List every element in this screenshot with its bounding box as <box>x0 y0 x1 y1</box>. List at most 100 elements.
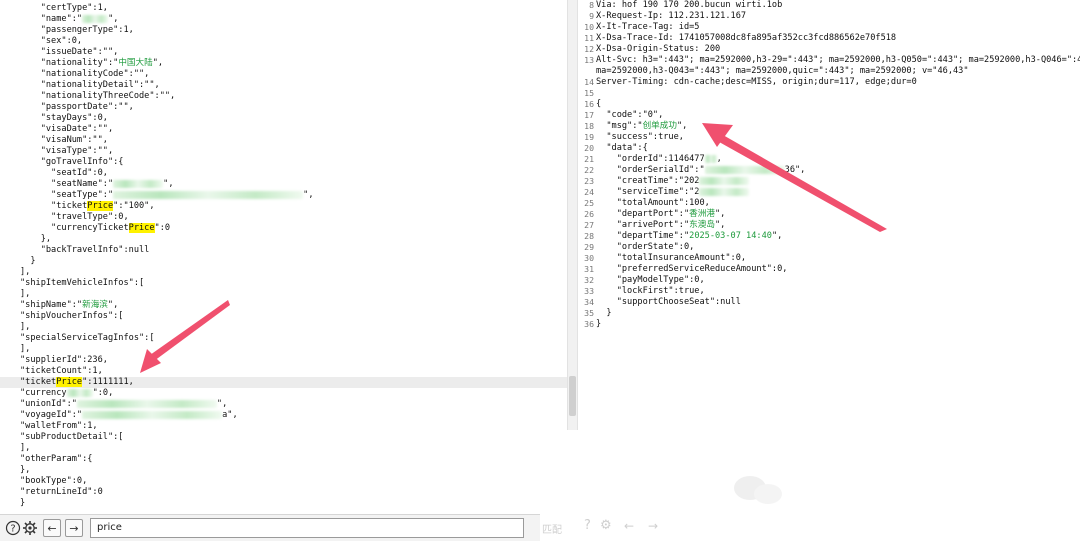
request-code-line: "certType":1, <box>0 3 567 14</box>
code-text: "otherParam":{ <box>20 454 93 464</box>
line-number: 26 <box>584 209 594 219</box>
code-text: "ticketPrice":1111111, <box>20 377 134 387</box>
line-number: 10 <box>584 22 594 32</box>
gear-icon[interactable] <box>21 519 39 537</box>
line-number: 28 <box>584 231 594 241</box>
code-text: "serviceTime":"2 <box>596 187 750 198</box>
help-icon[interactable]: ? <box>4 519 22 537</box>
code-text: Server-Timing: cdn-cache;desc=MISS, orig… <box>596 77 917 87</box>
response-code-line: 11 X-Dsa-Trace-Id: 1741057008dc8fa895af35… <box>578 33 1080 44</box>
line-number: 22 <box>584 165 594 175</box>
response-code-line: 13 Alt-Svc: h3=":443"; ma=2592000,h3-29="… <box>578 55 1080 66</box>
code-text: "certType":1, <box>20 3 108 13</box>
code-text: "unionId":" ", <box>20 399 228 409</box>
left-scrollbar-thumb[interactable] <box>569 376 576 416</box>
code-text: X-Dsa-Trace-Id: 1741057008dc8fa895af352c… <box>596 33 897 43</box>
code-text: ], <box>20 344 31 354</box>
line-number: 31 <box>584 264 594 274</box>
search-input[interactable]: price <box>90 518 524 538</box>
request-code-line: "shipItemVehicleInfos":[ <box>0 278 567 289</box>
response-code-line: 16{ <box>578 99 1080 110</box>
request-body-editor[interactable]: "certType":1, "name":" ", "passengerType"… <box>0 0 567 518</box>
code-text: "passengerType":1, <box>20 25 134 35</box>
request-code-line: "seatName":" ", <box>0 179 567 190</box>
request-code-line: "stayDays":0, <box>0 113 567 124</box>
request-code-line: }, <box>0 465 567 476</box>
code-text: ], <box>20 443 31 453</box>
code-text: "nationality":"中国大陆", <box>20 58 164 68</box>
request-code-line: "issueDate":"", <box>0 47 567 58</box>
code-text: "nationalityThreeCode":"", <box>20 91 176 101</box>
code-text: "totalAmount":100, <box>596 198 710 208</box>
code-text: }, <box>20 234 52 244</box>
code-text: "issueDate":"", <box>20 47 119 57</box>
line-number: 34 <box>584 297 594 307</box>
response-code-line: 31 "preferredServiceReduceAmount":0, <box>578 264 1080 275</box>
line-number: 36 <box>584 319 594 329</box>
code-text: "passportDate":"", <box>20 102 134 112</box>
request-code-line: "nationality":"中国大陆", <box>0 58 567 69</box>
match-label: 匹配 <box>542 525 562 536</box>
code-text: "preferredServiceReduceAmount":0, <box>596 264 788 274</box>
code-text: "supplierId":236, <box>20 355 108 365</box>
code-text: Alt-Svc: h3=":443"; ma=2592000,h3-29=":4… <box>596 55 1080 65</box>
wechat-watermark-icon <box>734 476 782 504</box>
code-text: "seatId":0, <box>20 168 108 178</box>
response-code-line: ma=2592000,h3-Q043=":443"; ma=2592000,qu… <box>578 66 1080 77</box>
line-number: 18 <box>584 121 594 131</box>
code-text: "seatName":" ", <box>20 179 174 189</box>
request-code-line: "passengerType":1, <box>0 25 567 36</box>
response-code-line: 35 } <box>578 308 1080 319</box>
response-code-line: 25 "totalAmount":100, <box>578 198 1080 209</box>
response-editor[interactable]: 8 Via: hof 190 170 200.bucun wirti.1ob 9 X-… <box>578 0 1080 428</box>
code-text: "shipItemVehicleInfos":[ <box>20 278 145 288</box>
code-text: } <box>596 308 612 318</box>
request-code-line: ], <box>0 289 567 300</box>
svg-text:?: ? <box>10 524 15 535</box>
code-text: "nationalityDetail":"", <box>20 80 160 90</box>
code-text: "arrivePort":"东澳岛", <box>596 220 726 230</box>
request-code-line: ], <box>0 267 567 278</box>
response-code-line: 28 "departTime":"2025-03-07 14:40", <box>578 231 1080 242</box>
request-code-line: "seatType":" ", <box>0 190 567 201</box>
request-code-line: "currency ":0, <box>0 388 567 399</box>
request-code-line: ], <box>0 322 567 333</box>
request-code-line: "shipVoucherInfos":[ <box>0 311 567 322</box>
code-text: "msg":"创单成功", <box>596 121 688 131</box>
line-number: 35 <box>584 308 594 318</box>
line-number: 24 <box>584 187 594 197</box>
request-code-line: "visaNum":"", <box>0 135 567 146</box>
request-code-line: }, <box>0 234 567 245</box>
request-code-line: "sex":0, <box>0 36 567 47</box>
request-code-line: "nationalityThreeCode":"", <box>0 91 567 102</box>
code-text: "travelType":0, <box>20 212 129 222</box>
response-code-line: 18 "msg":"创单成功", <box>578 121 1080 132</box>
line-number: 30 <box>584 253 594 263</box>
code-text: "visaDate":"", <box>20 124 114 134</box>
code-text: "orderId":1146477, <box>596 154 722 164</box>
response-code-line: 17 "code":"0", <box>578 110 1080 121</box>
code-text: X-It-Trace-Tag: id=5 <box>596 22 700 32</box>
ghost-find-bar: 匹配 ? ⚙ ← → <box>540 514 1080 541</box>
response-code-line: 12 X-Dsa-Origin-Status: 200 <box>578 44 1080 55</box>
line-number: 11 <box>584 33 594 43</box>
response-code-line: 19 "success":true, <box>578 132 1080 143</box>
pane-splitter[interactable] <box>567 0 578 430</box>
code-text: "success":true, <box>596 132 684 142</box>
code-text: "subProductDetail":[ <box>20 432 124 442</box>
code-text: "shipName":"新海滨", <box>20 300 119 310</box>
arrow-left-icon[interactable]: ← <box>43 519 61 537</box>
response-code-line: 22 "orderSerialId":" 36", <box>578 165 1080 176</box>
code-text: "payModelType":0, <box>596 275 705 285</box>
request-code-line: "nationalityDetail":"", <box>0 80 567 91</box>
request-code-line: } <box>0 256 567 267</box>
code-text: "currency ":0, <box>20 388 114 398</box>
arrow-right-icon[interactable]: → <box>65 519 83 537</box>
request-code-line: "supplierId":236, <box>0 355 567 366</box>
request-code-line: "shipName":"新海滨", <box>0 300 567 311</box>
line-number: 21 <box>584 154 594 164</box>
request-code-line: "specialServiceTagInfos":[ <box>0 333 567 344</box>
line-number: 20 <box>584 143 594 153</box>
line-number: 9 <box>589 11 594 21</box>
code-text: "visaType":"", <box>20 146 114 156</box>
